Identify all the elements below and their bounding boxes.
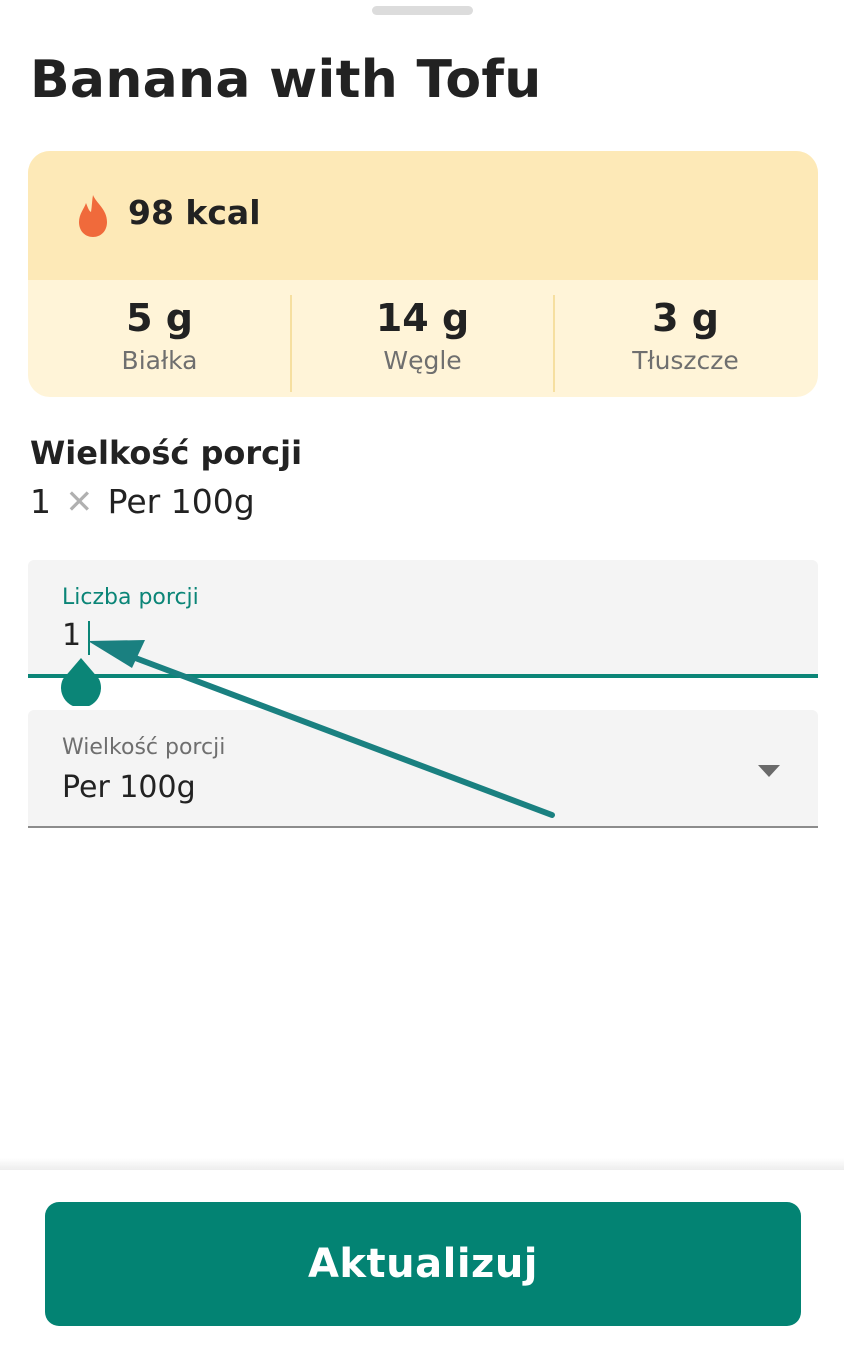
drag-handle[interactable] <box>372 6 473 15</box>
macro-protein-label: Białka <box>121 346 198 375</box>
portion-size-dropdown[interactable]: Wielkość porcji Per 100g <box>28 710 818 828</box>
servings-input-value[interactable]: 1 <box>62 618 81 653</box>
calories-value: 98 kcal <box>128 193 261 232</box>
portion-unit: Per 100g <box>107 482 255 521</box>
portion-summary: 1 ✕ Per 100g <box>30 482 255 521</box>
dropdown-arrow-icon[interactable] <box>758 765 780 777</box>
portion-count: 1 <box>30 482 51 521</box>
portion-size-heading: Wielkość porcji <box>30 434 303 472</box>
macro-fat: 3 g Tłuszcze <box>554 280 817 397</box>
macro-carbs-value: 14 g <box>375 296 470 340</box>
update-button[interactable]: Aktualizuj <box>45 1202 801 1326</box>
servings-input-label: Liczba porcji <box>62 585 199 610</box>
nutrition-summary-card: 98 kcal 5 g Białka 14 g Węgle 3 g Tłuszc… <box>28 151 818 397</box>
macro-fat-value: 3 g <box>652 296 719 340</box>
page-title: Banana with Tofu <box>30 50 542 110</box>
text-cursor <box>88 621 90 655</box>
footer-divider <box>0 1158 844 1170</box>
footer-bar: Aktualizuj <box>0 1170 844 1350</box>
flame-icon <box>79 195 107 237</box>
macro-carbs: 14 g Węgle <box>291 280 554 397</box>
portion-size-dropdown-value: Per 100g <box>62 770 196 805</box>
macro-protein: 5 g Białka <box>28 280 291 397</box>
macro-fat-label: Tłuszcze <box>632 346 739 375</box>
servings-input[interactable]: Liczba porcji 1 <box>28 560 818 678</box>
macro-carbs-label: Węgle <box>383 346 462 375</box>
portion-size-dropdown-label: Wielkość porcji <box>62 735 226 760</box>
cursor-handle-icon[interactable] <box>59 658 103 706</box>
times-icon: ✕ <box>65 482 94 521</box>
macro-protein-value: 5 g <box>126 296 193 340</box>
calories-row: 98 kcal <box>28 151 818 280</box>
